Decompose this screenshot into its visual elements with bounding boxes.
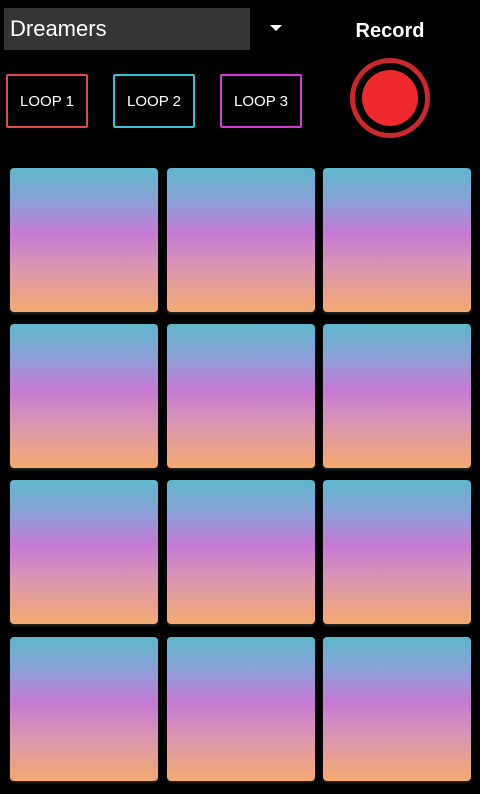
preset-select[interactable]: Dreamers [4,8,250,50]
record-icon [362,70,418,126]
pad-3-2[interactable] [167,480,315,624]
loop-1-label: LOOP 1 [20,92,74,110]
pad-2-3[interactable] [323,324,471,468]
pad-4-2[interactable] [167,637,315,781]
pad-3-3[interactable] [323,480,471,624]
pad-2-2[interactable] [167,324,315,468]
loop-1-button[interactable]: LOOP 1 [6,74,88,128]
pad-4-1[interactable] [10,637,158,781]
record-button[interactable] [350,58,430,138]
loop-2-label: LOOP 2 [127,92,181,110]
preset-value: Dreamers [10,16,107,41]
chevron-down-icon[interactable] [270,25,282,31]
pad-4-3[interactable] [323,637,471,781]
record-label: Record [355,20,425,42]
pad-3-1[interactable] [10,480,158,624]
app-root: Dreamers Record LOOP 1 LOOP 2 LOOP 3 [0,0,480,794]
pad-1-3[interactable] [323,168,471,312]
pad-1-1[interactable] [10,168,158,312]
pad-2-1[interactable] [10,324,158,468]
pad-1-2[interactable] [167,168,315,312]
loop-2-button[interactable]: LOOP 2 [113,74,195,128]
loop-3-button[interactable]: LOOP 3 [220,74,302,128]
loop-3-label: LOOP 3 [234,92,288,110]
